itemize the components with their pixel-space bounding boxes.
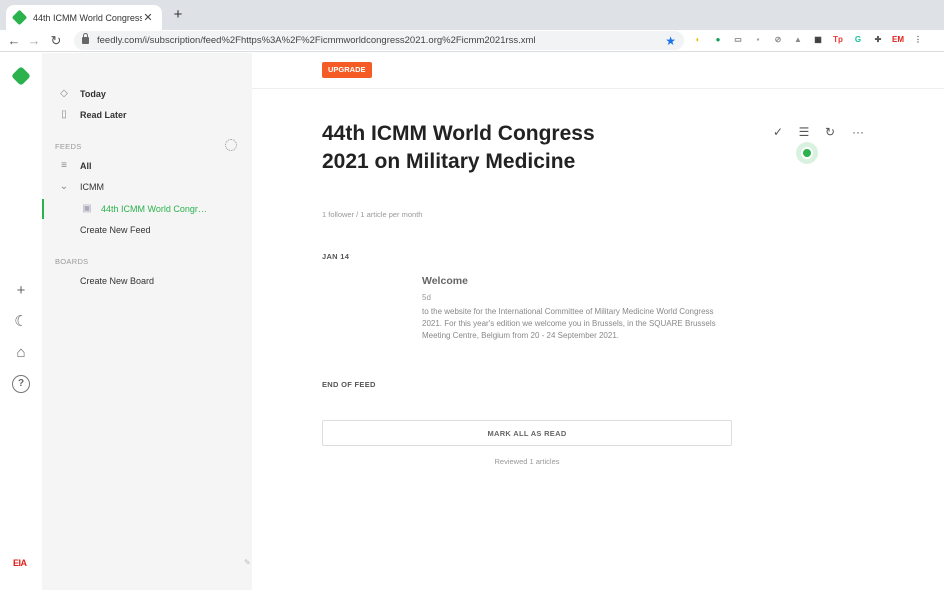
end-of-feed-label: END OF FEED — [322, 380, 376, 389]
article-title[interactable]: Welcome — [422, 275, 722, 287]
article-entry[interactable]: Welcome 5d to the website for the Intern… — [422, 275, 722, 342]
create-new-feed-link[interactable]: Create New Feed — [42, 220, 252, 240]
address-bar[interactable]: feedly.com/i/subscription/feed%2Fhttps%3… — [74, 31, 684, 50]
bookmark-icon: ▯ — [61, 109, 67, 120]
sidebar-item-all[interactable]: ≡ All — [42, 156, 252, 176]
header-divider — [252, 88, 944, 89]
ext-grammarly-icon[interactable]: G — [852, 34, 864, 46]
gift-icon[interactable]: ⌂ — [12, 344, 30, 362]
browser-tabstrip: 44th ICMM World Congress 20 ✕ + — [0, 0, 944, 30]
sidebar-item-label: Read Later — [80, 110, 127, 120]
feed-favicon-icon: ▣ — [82, 203, 92, 214]
feed-meta: 1 follower / 1 article per month — [322, 210, 423, 219]
sidebar-item-label: All — [80, 161, 92, 171]
browser-toolbar: ← → ↻ feedly.com/i/subscription/feed%2Fh… — [0, 30, 944, 52]
menu-icon[interactable]: ⋮ — [912, 34, 924, 46]
tab-close-icon[interactable]: ✕ — [142, 11, 154, 24]
forward-button[interactable]: → — [26, 33, 42, 49]
night-mode-icon[interactable]: ☾ — [12, 313, 30, 331]
refresh-icon[interactable]: ↻ — [824, 125, 836, 139]
sidebar-item-label: Create New Board — [80, 276, 155, 286]
browser-tab[interactable]: 44th ICMM World Congress 20 ✕ — [6, 5, 162, 30]
mark-all-as-read-button[interactable]: MARK ALL AS READ — [322, 420, 732, 446]
lock-icon — [82, 33, 89, 44]
help-icon[interactable]: ? — [12, 375, 30, 393]
ext-badge-icon[interactable]: ▪ — [752, 34, 764, 46]
pin-sidebar-icon[interactable]: ✎ — [244, 558, 251, 567]
pulse-indicator — [796, 142, 818, 164]
ext-brand-icon[interactable]: EM — [892, 34, 904, 46]
feeds-heading: FEEDS — [55, 142, 82, 151]
url-text: feedly.com/i/subscription/feed%2Fhttps%3… — [97, 35, 536, 46]
feedly-favicon-icon — [11, 9, 28, 26]
feed-title: 44th ICMM World Congress 2021 on Militar… — [322, 122, 595, 173]
feedly-logo-icon[interactable] — [11, 66, 31, 86]
icon-rail: + ☾ ⌂ ? EIA — [0, 53, 42, 590]
chevron-down-icon[interactable]: ⌄ — [58, 181, 70, 193]
main-content: UPGRADE 44th ICMM World Congress 2021 on… — [252, 53, 944, 590]
ext-grid-icon[interactable]: ▦ — [812, 34, 824, 46]
ext-drive-icon[interactable]: ▲ — [792, 34, 804, 46]
upgrade-button[interactable]: UPGRADE — [322, 62, 372, 78]
create-new-board-link[interactable]: Create New Board — [42, 271, 252, 291]
sidebar-item-today[interactable]: ◇ Today — [42, 84, 252, 104]
article-summary: to the website for the International Com… — [422, 307, 716, 340]
ext-puzzle-icon[interactable]: ✚ — [872, 34, 884, 46]
feeds-settings-icon[interactable] — [225, 139, 237, 151]
mark-read-icon[interactable]: ✓ — [772, 125, 784, 139]
sidebar-item-read-later[interactable]: ▯ Read Later — [42, 105, 252, 125]
brand-logo[interactable]: EIA — [13, 558, 27, 568]
ext-color-icon[interactable]: ◐ — [692, 34, 704, 46]
article-age: 5d — [422, 293, 431, 302]
ext-cast-icon[interactable]: ▭ — [732, 34, 744, 46]
reload-button[interactable]: ↻ — [48, 33, 64, 49]
sidebar-feed-icmm-congress[interactable]: ▣ 44th ICMM World Congr… — [42, 199, 252, 219]
feed-actions: ✓ ☰ ↻ ··· — [772, 125, 866, 139]
feeds-sidebar: ◇ Today ▯ Read Later FEEDS ≡ All ⌄ ICMM … — [42, 53, 252, 590]
ext-green-icon[interactable]: ● — [712, 34, 724, 46]
add-content-icon[interactable]: + — [12, 282, 30, 300]
list-icon: ≡ — [61, 160, 67, 171]
today-icon: ◇ — [60, 88, 68, 99]
ext-tp-icon[interactable]: Tp — [832, 34, 844, 46]
ext-blocker-icon[interactable]: ⊘ — [772, 34, 784, 46]
more-options-icon[interactable]: ··· — [850, 125, 866, 139]
sidebar-item-label: ICMM — [80, 182, 104, 192]
sidebar-item-label: Create New Feed — [80, 225, 151, 235]
layout-list-icon[interactable]: ☰ — [798, 125, 810, 139]
back-button[interactable]: ← — [6, 33, 22, 49]
tab-title: 44th ICMM World Congress 20 — [33, 12, 142, 23]
sidebar-item-label: 44th ICMM World Congr… — [101, 204, 207, 214]
bookmark-star-icon[interactable]: ★ — [665, 34, 676, 48]
date-heading: JAN 14 — [322, 252, 350, 261]
new-tab-button[interactable]: + — [170, 7, 186, 23]
sidebar-folder-icmm[interactable]: ⌄ ICMM — [42, 177, 252, 197]
boards-heading: BOARDS — [55, 257, 89, 266]
sidebar-item-label: Today — [80, 89, 106, 99]
reviewed-count: Reviewed 1 articles — [494, 457, 560, 466]
extensions-bar: ◐ ● ▭ ▪ ⊘ ▲ ▦ Tp G ✚ EM ⋮ — [692, 34, 924, 46]
